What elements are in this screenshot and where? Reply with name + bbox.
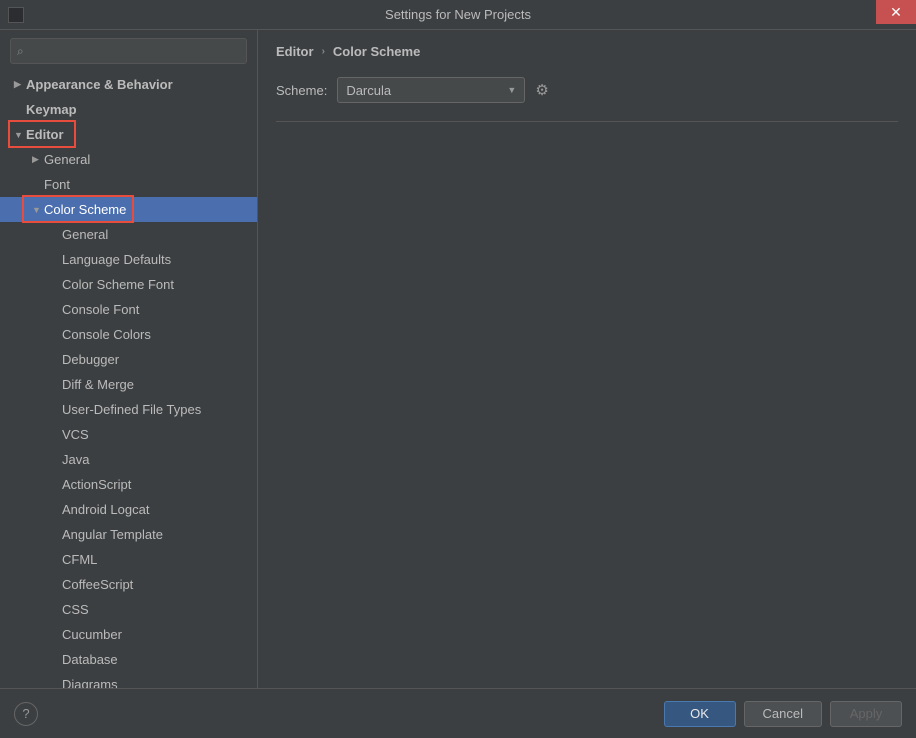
breadcrumb-part[interactable]: Editor	[276, 44, 314, 59]
chevron-right-icon: ▶	[32, 154, 44, 165]
gear-icon[interactable]: ⚙	[535, 81, 548, 99]
tree-item-label: Color Scheme	[44, 202, 126, 217]
tree-item-label: Console Font	[62, 302, 139, 317]
breadcrumb-part: Color Scheme	[333, 44, 420, 59]
window-title: Settings for New Projects	[385, 7, 531, 22]
settings-tree[interactable]: ▶Appearance & BehaviorKeymap▼Editor▶Gene…	[0, 72, 257, 688]
search-input[interactable]	[28, 44, 240, 59]
tree-item[interactable]: Diagrams	[0, 672, 257, 688]
chevron-down-icon: ▼	[507, 85, 516, 95]
tree-item[interactable]: Language Defaults	[0, 247, 257, 272]
chevron-right-icon: ▶	[14, 79, 26, 90]
scheme-dropdown[interactable]: Darcula ▼	[337, 77, 525, 103]
tree-item[interactable]: Java	[0, 447, 257, 472]
tree-item[interactable]: CoffeeScript	[0, 572, 257, 597]
tree-item[interactable]: Angular Template	[0, 522, 257, 547]
tree-item-label: Diff & Merge	[62, 377, 134, 392]
tree-item[interactable]: Diff & Merge	[0, 372, 257, 397]
breadcrumb: Editor › Color Scheme	[276, 44, 898, 59]
tree-item-label: Keymap	[26, 102, 77, 117]
tree-item[interactable]: Console Font	[0, 297, 257, 322]
tree-item-label: Language Defaults	[62, 252, 171, 267]
tree-item[interactable]: General	[0, 222, 257, 247]
tree-item-label: Diagrams	[62, 677, 118, 688]
tree-item-label: Editor	[26, 127, 64, 142]
tree-item[interactable]: CFML	[0, 547, 257, 572]
tree-item-label: Android Logcat	[62, 502, 149, 517]
content-panel: Editor › Color Scheme Scheme: Darcula ▼ …	[258, 30, 916, 688]
chevron-down-icon: ▼	[14, 130, 26, 140]
tree-item-label: Color Scheme Font	[62, 277, 174, 292]
tree-item[interactable]: Font	[0, 172, 257, 197]
titlebar: Settings for New Projects ✕	[0, 0, 916, 30]
tree-item[interactable]: CSS	[0, 597, 257, 622]
tree-item-label: Angular Template	[62, 527, 163, 542]
scheme-row: Scheme: Darcula ▼ ⚙	[276, 77, 898, 122]
help-button[interactable]: ?	[14, 702, 38, 726]
scheme-label: Scheme:	[276, 83, 327, 98]
tree-item-label: General	[44, 152, 90, 167]
chevron-down-icon: ▼	[32, 205, 44, 215]
tree-item[interactable]: Debugger	[0, 347, 257, 372]
tree-item-label: General	[62, 227, 108, 242]
tree-item[interactable]: ▼Editor	[0, 122, 257, 147]
tree-item-label: User-Defined File Types	[62, 402, 201, 417]
tree-item-label: Database	[62, 652, 118, 667]
tree-item[interactable]: User-Defined File Types	[0, 397, 257, 422]
footer: ? OK Cancel Apply	[0, 688, 916, 738]
tree-item-label: ActionScript	[62, 477, 131, 492]
tree-item[interactable]: Database	[0, 647, 257, 672]
cancel-button[interactable]: Cancel	[744, 701, 822, 727]
app-icon	[8, 7, 24, 23]
tree-item[interactable]: ▶General	[0, 147, 257, 172]
tree-item[interactable]: ▼Color Scheme	[0, 197, 257, 222]
close-button[interactable]: ✕	[876, 0, 916, 24]
sidebar: ⌕ ▶Appearance & BehaviorKeymap▼Editor▶Ge…	[0, 30, 258, 688]
tree-item-label: Cucumber	[62, 627, 122, 642]
ok-button[interactable]: OK	[664, 701, 736, 727]
help-icon: ?	[22, 706, 29, 721]
chevron-right-icon: ›	[322, 46, 325, 57]
tree-item[interactable]: ActionScript	[0, 472, 257, 497]
tree-item-label: Console Colors	[62, 327, 151, 342]
tree-item[interactable]: ▶Appearance & Behavior	[0, 72, 257, 97]
tree-item[interactable]: Color Scheme Font	[0, 272, 257, 297]
tree-item-label: Font	[44, 177, 70, 192]
tree-item[interactable]: Console Colors	[0, 322, 257, 347]
scheme-value: Darcula	[346, 83, 391, 98]
search-box[interactable]: ⌕	[10, 38, 247, 64]
tree-item[interactable]: Android Logcat	[0, 497, 257, 522]
apply-button[interactable]: Apply	[830, 701, 902, 727]
tree-item-label: Java	[62, 452, 89, 467]
tree-item[interactable]: Cucumber	[0, 622, 257, 647]
search-icon: ⌕	[17, 44, 24, 59]
tree-item[interactable]: Keymap	[0, 97, 257, 122]
tree-item-label: Appearance & Behavior	[26, 77, 173, 92]
tree-item-label: CSS	[62, 602, 89, 617]
close-icon: ✕	[890, 4, 902, 21]
tree-item-label: VCS	[62, 427, 89, 442]
tree-item[interactable]: VCS	[0, 422, 257, 447]
tree-item-label: CFML	[62, 552, 97, 567]
tree-item-label: CoffeeScript	[62, 577, 133, 592]
tree-item-label: Debugger	[62, 352, 119, 367]
